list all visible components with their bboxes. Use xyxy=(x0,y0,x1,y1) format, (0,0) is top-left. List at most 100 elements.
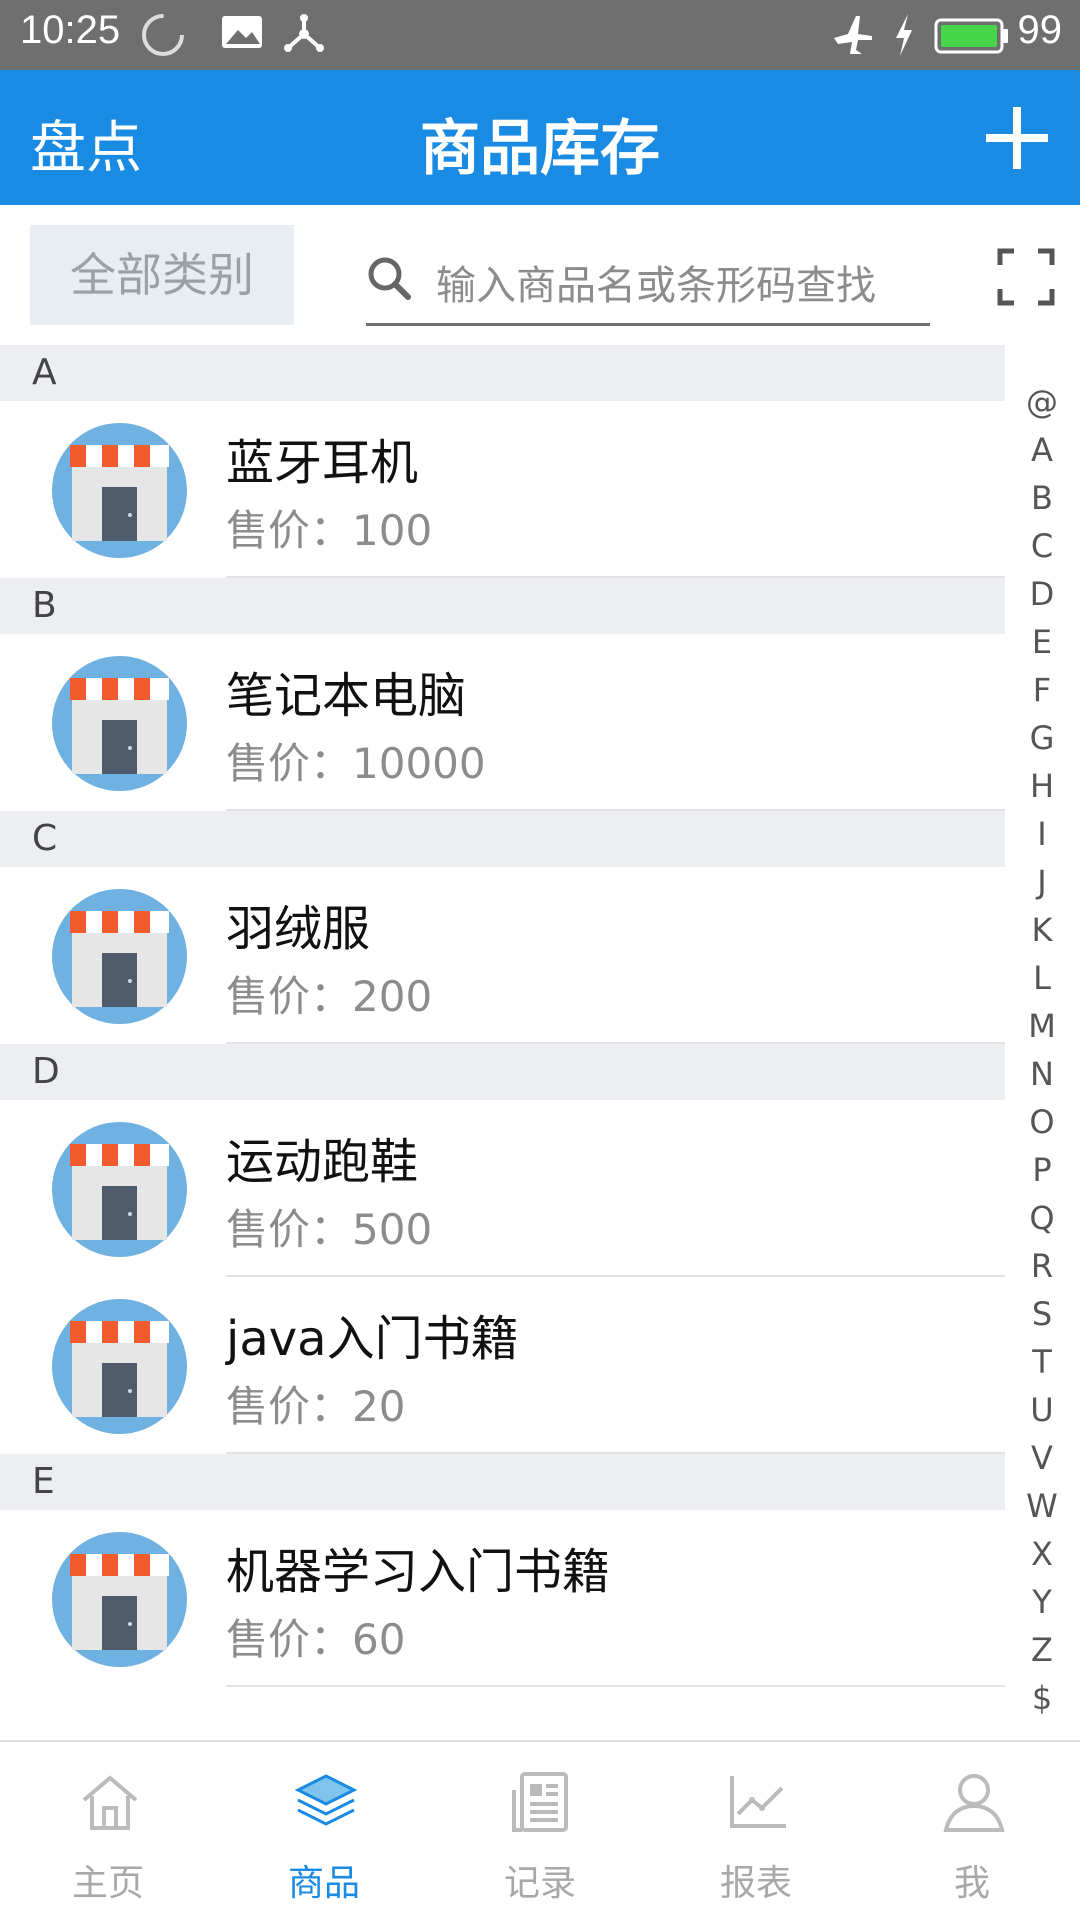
alphabet-index-letter[interactable]: U xyxy=(1020,1386,1064,1434)
alphabet-index-letter[interactable]: I xyxy=(1020,810,1064,858)
alphabet-index-letter[interactable]: M xyxy=(1020,1002,1064,1050)
scan-frame-icon[interactable] xyxy=(996,247,1056,307)
product-name: 蓝牙耳机 xyxy=(226,435,419,491)
alphabet-index-letter[interactable]: A xyxy=(1020,426,1064,474)
product-name: 机器学习入门书籍 xyxy=(226,1544,611,1600)
product-item[interactable]: java入门书籍 售价：20 xyxy=(0,1277,1005,1454)
product-item[interactable]: 笔记本电脑 售价：10000 xyxy=(0,634,1005,811)
alphabet-index-letter[interactable]: Z xyxy=(1020,1626,1064,1674)
price-value: 500 xyxy=(352,1205,433,1254)
store-icon xyxy=(52,1122,187,1257)
image-icon xyxy=(222,16,262,48)
section-header: A xyxy=(0,345,1005,401)
page-title: 商品库存 xyxy=(420,114,660,184)
alphabet-index-letter[interactable]: Y xyxy=(1020,1578,1064,1626)
add-icon[interactable] xyxy=(984,105,1050,171)
alphabet-index[interactable]: @ A B C D E F G H I J K L M N O P Q R S T U V W X Y Z $ xyxy=(1020,378,1064,1722)
status-time: 10:25 xyxy=(20,8,121,52)
home-icon xyxy=(78,1770,142,1834)
product-item[interactable]: 机器学习入门书籍 售价：60 xyxy=(0,1510,1005,1687)
price-value: 20 xyxy=(352,1382,406,1431)
alphabet-index-letter[interactable]: N xyxy=(1020,1050,1064,1098)
alphabet-index-letter[interactable]: P xyxy=(1020,1146,1064,1194)
price-label: 售价： xyxy=(226,1382,353,1431)
price-value: 200 xyxy=(352,972,433,1021)
product-item[interactable]: 运动跑鞋 售价：500 xyxy=(0,1100,1005,1277)
nav-label: 记录 xyxy=(503,1863,576,1904)
search-input[interactable]: 输入商品名或条形码查找 xyxy=(366,245,930,326)
product-price: 售价：500 xyxy=(226,1196,432,1257)
nav-item[interactable]: 主页 xyxy=(0,1742,216,1922)
product-price: 售价：100 xyxy=(226,497,432,558)
price-value: 60 xyxy=(352,1615,406,1664)
battery-icon xyxy=(934,18,1008,54)
chart-icon xyxy=(726,1770,790,1834)
product-name: 运动跑鞋 xyxy=(226,1134,419,1190)
section-header: B xyxy=(0,578,1005,634)
nav-item[interactable]: 记录 xyxy=(432,1742,648,1922)
nav-label: 报表 xyxy=(719,1863,792,1904)
section-header: E xyxy=(0,1454,1005,1510)
bottom-nav: 主页 商品 记录 报表 我 xyxy=(0,1740,1080,1922)
product-list: A 蓝牙耳机 售价：100 B 笔记本电脑 售价：10000 C 羽绒服 售价：… xyxy=(0,345,1005,1687)
store-icon xyxy=(52,423,187,558)
divider xyxy=(226,809,1005,811)
price-label: 售价： xyxy=(226,506,353,555)
usb-icon xyxy=(284,14,324,52)
price-value: 10000 xyxy=(352,739,486,788)
battery-level: 99 xyxy=(1017,8,1063,52)
alphabet-index-letter[interactable]: G xyxy=(1020,714,1064,762)
category-filter-button[interactable]: 全部类别 xyxy=(30,225,294,325)
product-name: 羽绒服 xyxy=(226,901,371,957)
alphabet-index-letter[interactable]: W xyxy=(1020,1482,1064,1530)
nav-label: 主页 xyxy=(71,1863,144,1904)
charging-icon xyxy=(896,14,912,56)
alphabet-index-letter[interactable]: B xyxy=(1020,474,1064,522)
alphabet-index-letter[interactable]: @ xyxy=(1020,378,1064,426)
divider xyxy=(226,1042,1005,1044)
alphabet-index-letter[interactable]: K xyxy=(1020,906,1064,954)
alphabet-index-letter[interactable]: J xyxy=(1020,858,1064,906)
section-header: C xyxy=(0,811,1005,867)
product-item[interactable]: 蓝牙耳机 售价：100 xyxy=(0,401,1005,578)
store-icon xyxy=(52,1299,187,1434)
airplane-mode-icon xyxy=(834,16,872,54)
nav-item[interactable]: 报表 xyxy=(648,1742,864,1922)
divider xyxy=(226,576,1005,578)
status-bar: 10:25 99 xyxy=(0,0,1080,70)
nav-item[interactable]: 商品 xyxy=(216,1742,432,1922)
product-price: 售价：20 xyxy=(226,1373,405,1434)
product-item[interactable]: 羽绒服 售价：200 xyxy=(0,867,1005,1044)
product-price: 售价：10000 xyxy=(226,730,486,791)
nav-item[interactable]: 我 xyxy=(864,1742,1080,1922)
price-label: 售价： xyxy=(226,1205,353,1254)
product-price: 售价：60 xyxy=(226,1606,405,1667)
product-price: 售价：200 xyxy=(226,963,432,1024)
search-icon xyxy=(368,257,411,300)
alphabet-index-letter[interactable]: X xyxy=(1020,1530,1064,1578)
divider xyxy=(226,1452,1005,1454)
alphabet-index-letter[interactable]: T xyxy=(1020,1338,1064,1386)
alphabet-index-letter[interactable]: D xyxy=(1020,570,1064,618)
alphabet-index-letter[interactable]: Q xyxy=(1020,1194,1064,1242)
alphabet-index-letter[interactable]: S xyxy=(1020,1290,1064,1338)
alphabet-index-letter[interactable]: C xyxy=(1020,522,1064,570)
alphabet-index-letter[interactable]: R xyxy=(1020,1242,1064,1290)
alphabet-index-letter[interactable]: L xyxy=(1020,954,1064,1002)
alphabet-index-letter[interactable]: H xyxy=(1020,762,1064,810)
price-label: 售价： xyxy=(226,972,353,1021)
alphabet-index-letter[interactable]: V xyxy=(1020,1434,1064,1482)
layers-icon xyxy=(294,1770,358,1834)
store-icon xyxy=(52,889,187,1024)
alphabet-index-letter[interactable]: O xyxy=(1020,1098,1064,1146)
store-icon xyxy=(52,656,187,791)
section-header: D xyxy=(0,1044,1005,1100)
filter-bar: 全部类别 输入商品名或条形码查找 xyxy=(0,205,1080,345)
alphabet-index-letter[interactable]: F xyxy=(1020,666,1064,714)
loading-icon xyxy=(142,14,184,56)
alphabet-index-letter[interactable]: E xyxy=(1020,618,1064,666)
nav-label: 我 xyxy=(953,1863,990,1904)
price-value: 100 xyxy=(352,506,433,555)
product-name: 笔记本电脑 xyxy=(226,668,467,724)
alphabet-index-letter[interactable]: $ xyxy=(1020,1674,1064,1722)
